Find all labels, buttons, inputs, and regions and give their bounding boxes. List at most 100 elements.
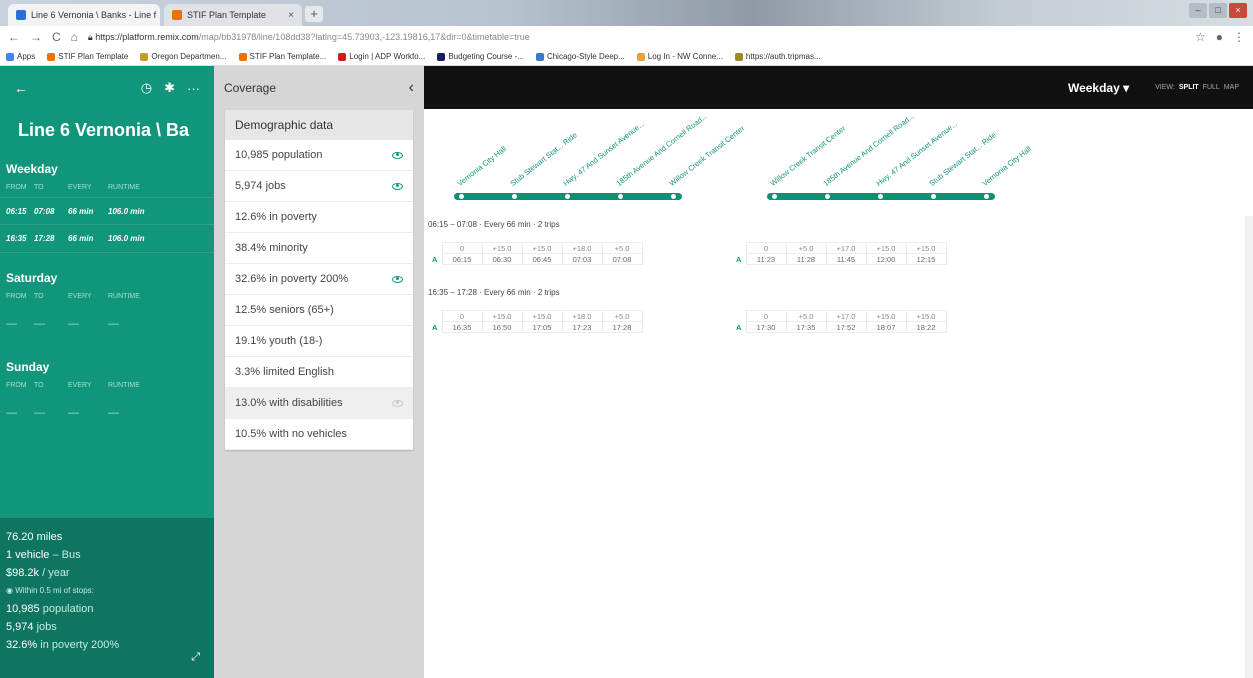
bookmark-item[interactable]: Log In - NW Conne... [636, 52, 723, 61]
bookmark-item[interactable]: STIF Plan Template... [238, 52, 326, 61]
stop-time-cell[interactable]: 18:07 [865, 321, 907, 333]
clock-icon[interactable]: ◷ [141, 80, 152, 96]
weekday-trip-row[interactable]: 06:15 07:08 66 min 106.0 min [0, 197, 214, 225]
stop-time-cell[interactable]: 16:35 [441, 321, 483, 333]
stop-time-cell[interactable]: 17:35 [785, 321, 827, 333]
view-full-toggle[interactable]: FULL [1203, 84, 1220, 91]
stop-label[interactable]: Vernonia City Hall [980, 144, 1033, 188]
bookmark-item[interactable]: Login | ADP Workfo... [338, 52, 425, 61]
time-offset-cell[interactable]: +15.0 [905, 310, 947, 322]
bookmark-item[interactable]: Chicago-Style Deep... [535, 52, 625, 61]
stop-time-cell[interactable]: 12:00 [865, 253, 907, 265]
demographic-item[interactable]: 5,974 jobs [225, 171, 413, 202]
time-offset-cell[interactable]: 0 [441, 242, 483, 254]
tab-close-icon[interactable]: × [288, 10, 294, 21]
time-offset-cell[interactable]: +15.0 [481, 310, 523, 322]
sunday-empty-row[interactable]: — — — — [0, 403, 214, 423]
star-icon[interactable]: ☆ [1195, 30, 1206, 44]
collapse-chevron-icon[interactable]: ‹ [409, 79, 414, 97]
maximize-button[interactable]: □ [1209, 3, 1227, 18]
bookmark-item[interactable]: Budgeting Course -... [437, 52, 524, 61]
stop-time-cell[interactable]: 11:23 [745, 253, 787, 265]
stop-time-cell[interactable]: 17:52 [825, 321, 867, 333]
stop-time-cell[interactable]: 12:15 [905, 253, 947, 265]
time-offset-cell[interactable]: +18.0 [561, 310, 603, 322]
time-offset-cell[interactable]: +18.0 [561, 242, 603, 254]
line-title[interactable]: Line 6 Vernonia \ Ba [0, 110, 214, 148]
stop-time-cell[interactable]: 17:05 [521, 321, 563, 333]
eye-toggle-icon[interactable] [392, 151, 403, 159]
time-offset-cell[interactable]: 0 [745, 310, 787, 322]
time-offset-cell[interactable]: +17.0 [825, 310, 867, 322]
view-map-toggle[interactable]: MAP [1224, 84, 1239, 91]
reload-icon[interactable]: C [52, 30, 61, 44]
stop-label[interactable]: 185th Avenue And Cornell Road... [821, 111, 915, 188]
stop-time-cell[interactable]: 17:30 [745, 321, 787, 333]
bookmark-item[interactable]: STIF Plan Template [47, 52, 128, 61]
day-selector-dropdown[interactable]: Weekday ▾ [1068, 81, 1129, 95]
demographic-item[interactable]: 38.4% minority [225, 233, 413, 264]
time-offset-cell[interactable]: +15.0 [905, 242, 947, 254]
stop-label[interactable]: Vernonia City Hall [455, 144, 508, 188]
profile-icon[interactable]: ● [1216, 30, 1223, 44]
time-offset-cell[interactable]: +15.0 [865, 242, 907, 254]
stop-time-cell[interactable]: 06:45 [521, 253, 563, 265]
stop-time-cell[interactable]: 11:28 [785, 253, 827, 265]
saturday-empty-row[interactable]: — — — — [0, 314, 214, 334]
stop-marker[interactable] [565, 194, 570, 199]
stop-time-cell[interactable]: 06:30 [481, 253, 523, 265]
minimize-button[interactable]: – [1189, 3, 1207, 18]
eye-toggle-icon[interactable] [392, 182, 403, 190]
time-offset-cell[interactable]: +17.0 [825, 242, 867, 254]
scrollbar[interactable] [1245, 216, 1253, 678]
eye-toggle-icon[interactable] [392, 399, 403, 407]
stop-label[interactable]: Hwy. 47 And Sunset Avenue... [561, 119, 646, 188]
time-offset-cell[interactable]: +15.0 [481, 242, 523, 254]
more-icon[interactable]: ··· [187, 81, 200, 96]
demographic-item[interactable]: 19.1% youth (18-) [225, 326, 413, 357]
time-offset-cell[interactable]: +5.0 [601, 310, 643, 322]
time-offset-cell[interactable]: +5.0 [601, 242, 643, 254]
eye-toggle-icon[interactable] [392, 275, 403, 283]
bookmark-item[interactable]: Oregon Departmen... [140, 52, 227, 61]
demographic-item[interactable]: 13.0% with disabilities [225, 388, 413, 419]
address-bar[interactable]: 🔒︎ https://platform.remix.com/map/bb3197… [88, 32, 1185, 43]
forward-nav-icon[interactable]: → [30, 30, 42, 44]
demographic-item[interactable]: 3.3% limited English [225, 357, 413, 388]
stop-time-cell[interactable]: 17:23 [561, 321, 603, 333]
demographic-item[interactable]: 32.6% in poverty 200% [225, 264, 413, 295]
back-arrow-icon[interactable]: ← [14, 80, 28, 96]
bookmark-item[interactable]: https://auth.tripmas... [734, 52, 821, 61]
time-offset-cell[interactable]: 0 [441, 310, 483, 322]
tab-stif-plan-template[interactable]: STIF Plan Template × [164, 4, 302, 26]
time-offset-cell[interactable]: 0 [745, 242, 787, 254]
bookmark-item[interactable]: Apps [6, 52, 35, 61]
time-offset-cell[interactable]: +15.0 [521, 310, 563, 322]
home-icon[interactable]: ⌂ [71, 30, 78, 44]
time-offset-cell[interactable]: +5.0 [785, 242, 827, 254]
stop-marker[interactable] [671, 194, 676, 199]
tab-line-6[interactable]: Line 6 Vernonia \ Banks - Line f × [8, 4, 160, 26]
stop-marker[interactable] [459, 194, 464, 199]
stop-marker[interactable] [878, 194, 883, 199]
demographic-item[interactable]: 10.5% with no vehicles [225, 419, 413, 450]
stop-time-cell[interactable]: 07:03 [561, 253, 603, 265]
new-tab-button[interactable]: + [305, 6, 323, 22]
time-offset-cell[interactable]: +15.0 [521, 242, 563, 254]
stop-marker[interactable] [984, 194, 989, 199]
view-split-toggle[interactable]: SPLIT [1179, 84, 1199, 91]
stop-marker[interactable] [931, 194, 936, 199]
demographic-item[interactable]: 12.6% in poverty [225, 202, 413, 233]
stop-time-cell[interactable]: 17:28 [601, 321, 643, 333]
stop-time-cell[interactable]: 11:45 [825, 253, 867, 265]
expand-icon[interactable]: ⤢ [191, 651, 200, 664]
menu-icon[interactable]: ⋮ [1233, 30, 1245, 44]
back-nav-icon[interactable]: ← [8, 30, 20, 44]
stop-marker[interactable] [618, 194, 623, 199]
stop-label[interactable]: 185th Avenue And Cornell Road... [614, 111, 708, 188]
stop-marker[interactable] [825, 194, 830, 199]
time-offset-cell[interactable]: +5.0 [785, 310, 827, 322]
stop-marker[interactable] [772, 194, 777, 199]
time-offset-cell[interactable]: +15.0 [865, 310, 907, 322]
weekday-trip-row[interactable]: 16:35 17:28 66 min 106.0 min [0, 225, 214, 253]
